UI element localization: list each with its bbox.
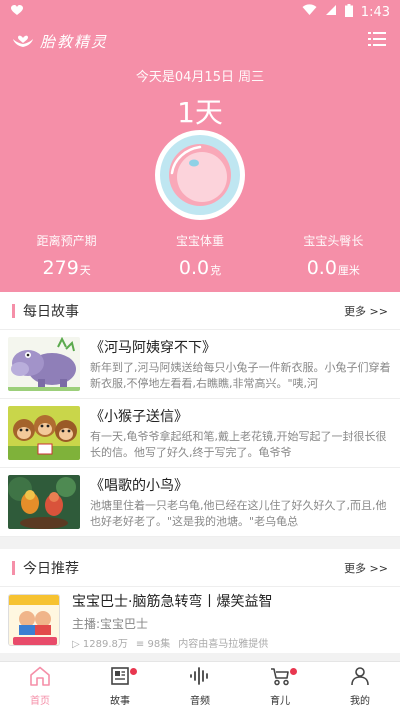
tab-label: 育儿 (270, 695, 290, 707)
story-description: 池塘里住着一只老乌龟,他已经在这儿住了好久好久了,而且,他也好老好老了。"这是我… (90, 498, 387, 528)
section-accent-bar (12, 560, 15, 575)
stat-label: 宝宝体重 (175, 234, 224, 248)
embryo-illustration[interactable] (155, 130, 245, 220)
today-recommend-section: 今日推荐 更多 >> 宝宝巴士·脑筋急转弯丨爆笑益智 主播:宝宝巴士 ▷ 128… (0, 549, 400, 653)
book-icon (110, 666, 130, 690)
section-title: 每日故事 (23, 303, 79, 320)
tab-parenting[interactable]: 育儿 (240, 662, 320, 710)
stat-crown-rump-length: 宝宝头臀长 0.0厘米 (267, 232, 400, 279)
story-title: 《河马阿姨穿不下》 (90, 339, 216, 356)
story-description: 新年到了,河马阿姨送给每只小兔子一件新衣服。小兔子们穿着新衣服,不停地左看看,右… (90, 360, 391, 390)
story-title: 《小猴子送信》 (90, 408, 188, 425)
album-host: 主播:宝宝巴士 (72, 616, 149, 631)
story-description: 有一天,龟爷爷拿起纸和笔,戴上老花镜,开始写起了一封很长很长的信。他写了好久,终… (90, 429, 387, 459)
app-logo: 胎教精灵 (12, 30, 108, 52)
birds-thumbnail (8, 475, 80, 529)
pregnancy-days: 1天 (177, 96, 223, 129)
stat-baby-weight: 宝宝体重 0.0克 (133, 232, 266, 279)
recommend-item[interactable]: 宝宝巴士·脑筋急转弯丨爆笑益智 主播:宝宝巴士 ▷ 1289.8万 ≡ 98集 … (0, 587, 400, 653)
home-icon (29, 666, 51, 690)
pregnancy-stats: 距离预产期 279天 宝宝体重 0.0克 宝宝头臀长 0.0厘米 (0, 232, 400, 279)
stat-unit: 厘米 (337, 264, 360, 277)
status-bar: 1:43 (0, 0, 400, 24)
stat-unit: 克 (210, 264, 222, 277)
tab-mine[interactable]: 我的 (320, 662, 400, 710)
daily-story-more-link[interactable]: 更多 >> (344, 303, 388, 319)
notification-dot (130, 668, 137, 675)
tab-home[interactable]: 首页 (0, 662, 80, 710)
notification-dot (290, 668, 297, 675)
story-item[interactable]: 《小猴子送信》 有一天,龟爷爷拿起纸和笔,戴上老花镜,开始写起了一封很长很长的信… (0, 399, 400, 468)
section-title: 今日推荐 (23, 560, 79, 577)
album-meta: ▷ 1289.8万 ≡ 98集 内容由喜马拉雅提供 (72, 635, 392, 650)
stat-value: 279 (42, 257, 79, 279)
play-count: 1289.8万 (82, 638, 128, 650)
wifi-icon (302, 4, 317, 20)
app-notification-icon (10, 4, 24, 20)
pregnancy-header: 胎教精灵 今天是04月15日 周三 1天 距离预产期 279天 宝宝体重 0.0… (0, 24, 400, 292)
story-title: 《唱歌的小鸟》 (90, 477, 188, 494)
stat-unit: 天 (79, 264, 91, 277)
section-accent-bar (12, 303, 15, 318)
battery-icon (344, 3, 353, 21)
content-source: 内容由喜马拉雅提供 (178, 638, 269, 650)
top-bar: 胎教精灵 (0, 24, 400, 58)
episode-count: 98集 (147, 638, 171, 650)
tab-label: 音频 (190, 695, 210, 707)
story-item[interactable]: 《河马阿姨穿不下》 新年到了,河马阿姨送给每只小兔子一件新衣服。小兔子们穿着新衣… (0, 330, 400, 399)
signal-icon (325, 4, 337, 20)
status-time: 1:43 (360, 4, 390, 20)
person-icon (350, 666, 370, 690)
tab-audio[interactable]: 音频 (160, 662, 240, 710)
story-item[interactable]: 《唱歌的小鸟》 池塘里住着一只老乌龟,他已经在这儿住了好久好久了,而且,他也好老… (0, 468, 400, 537)
tab-label: 我的 (350, 695, 370, 707)
stat-label: 距离预产期 (36, 234, 97, 248)
tab-story[interactable]: 故事 (80, 662, 160, 710)
audio-icon (189, 666, 211, 690)
today-date: 今天是04月15日 周三 (135, 70, 265, 85)
daily-story-section: 每日故事 更多 >> 《河马阿姨穿不下》 新年到了,河马阿姨送给每只小兔子一件新… (0, 292, 400, 537)
tab-label: 故事 (110, 695, 130, 707)
bottom-tab-bar: 首页 故事 音频 育儿 我的 (0, 661, 400, 710)
play-count-icon: ▷ (72, 638, 80, 650)
today-recommend-more-link[interactable]: 更多 >> (344, 560, 388, 576)
daily-story-header: 每日故事 更多 >> (0, 292, 400, 330)
album-title: 宝宝巴士·脑筋急转弯丨爆笑益智 (72, 593, 273, 610)
tab-label: 首页 (30, 695, 50, 707)
stat-value: 0.0 (178, 257, 210, 279)
list-menu-icon (368, 31, 386, 51)
menu-button[interactable] (366, 30, 388, 52)
album-cover (8, 594, 60, 646)
stroller-icon (269, 666, 291, 690)
episodes-icon: ≡ (135, 638, 145, 650)
stat-label: 宝宝头臀长 (303, 234, 364, 248)
hippo-thumbnail (8, 337, 80, 391)
stat-due-date: 距离预产期 279天 (0, 232, 133, 279)
app-name: 胎教精灵 (40, 32, 109, 51)
hands-heart-icon (12, 30, 34, 52)
today-recommend-header: 今日推荐 更多 >> (0, 549, 400, 587)
monkeys-thumbnail (8, 406, 80, 460)
stat-value: 0.0 (306, 257, 337, 279)
